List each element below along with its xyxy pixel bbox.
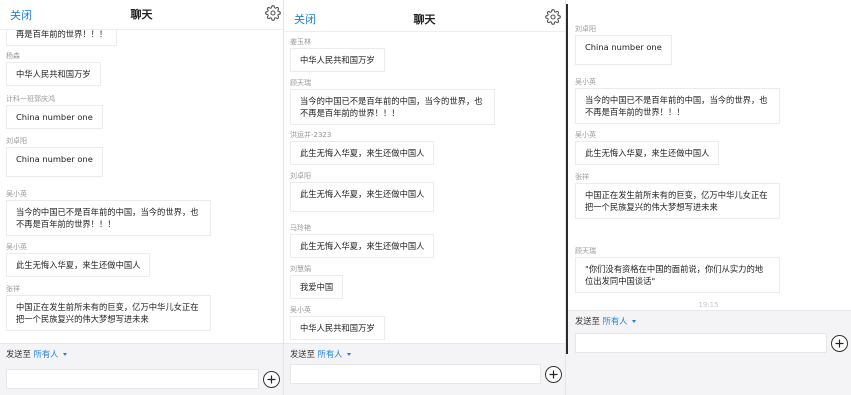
chat-panel-3: 刘卓阳 China number one 吴小英 当今的中国已不是百年前的中国，… bbox=[566, 0, 851, 395]
recipient-dropdown[interactable]: 所有人 bbox=[603, 316, 628, 326]
message-bubble: 中华人民共和国万岁 bbox=[290, 316, 385, 340]
send-to-label: 发送至 bbox=[575, 316, 600, 326]
sender-name: 张祥 bbox=[6, 285, 20, 293]
sender-name: 计科一班郭庆鸿 bbox=[6, 95, 55, 103]
list-item: 刘慧娟 我爱中国 bbox=[290, 265, 559, 299]
list-item: 张祥 中国正在发生前所未有的巨变，亿万中华儿女正在把一个民族复兴的伟大梦想写进未… bbox=[575, 173, 845, 219]
chat-header: 关闭 聊天 bbox=[0, 0, 283, 30]
send-to-selector[interactable]: 发送至 所有人 bbox=[575, 315, 637, 327]
message-bubble: 我爱中国 bbox=[290, 275, 344, 299]
message-bubble: 中国正在发生前所未有的巨变，亿万中华儿女正在把一个民族复兴的伟大梦想写进未来 bbox=[575, 183, 780, 219]
timestamp: 19:15 bbox=[698, 301, 719, 309]
chat-panel-1: 关闭 聊天 再是百年前的世界！！！ 杨森 中华人民共和国万岁 计科一班郭庆鸿 C… bbox=[0, 0, 284, 395]
message-bubble: 此生无悔入华夏，来生还做中国人 bbox=[6, 253, 151, 277]
gear-icon[interactable] bbox=[265, 5, 281, 21]
sender-name: 顾天瑞 bbox=[290, 79, 311, 87]
gear-icon[interactable] bbox=[545, 9, 561, 25]
chat-header: 关闭 聊天 bbox=[284, 0, 565, 32]
message-list[interactable]: 姜玉林 中华人民共和国万岁 顾天瑞 当今的中国已不是百年前的中国，当今的世界，也… bbox=[284, 32, 565, 343]
sender-name: 吴小英 bbox=[290, 306, 311, 314]
list-item: 刘卓阳 China number one bbox=[6, 137, 277, 177]
sender-name: 吴小英 bbox=[6, 243, 27, 251]
message-input[interactable] bbox=[575, 333, 827, 353]
send-to-label: 发送至 bbox=[290, 349, 315, 359]
message-list[interactable]: 再是百年前的世界！！！ 杨森 中华人民共和国万岁 计科一班郭庆鸿 China n… bbox=[0, 0, 283, 343]
message-list[interactable]: 刘卓阳 China number one 吴小英 当今的中国已不是百年前的中国，… bbox=[566, 0, 851, 310]
caret-down-icon[interactable] bbox=[632, 320, 637, 323]
message-input[interactable] bbox=[6, 369, 259, 389]
plus-circle-icon[interactable] bbox=[263, 371, 280, 388]
message-bubble: 当今的中国已不是百年前的中国，当今的世界，也不再是百年前的世界！！！ bbox=[6, 200, 211, 236]
message-bubble: "你们没有资格在中国的面前说，你们从实力的地位出发同中国谈话" bbox=[575, 257, 780, 293]
message-input[interactable] bbox=[290, 364, 541, 384]
sender-name: 刘卓阳 bbox=[575, 25, 596, 33]
sender-name: 顾天瑞 bbox=[575, 247, 596, 255]
plus-circle-icon[interactable] bbox=[831, 335, 848, 352]
sender-name: 刘慧娟 bbox=[290, 265, 311, 273]
message-bubble: 此生无悔入华夏，来生还做中国人 bbox=[290, 141, 435, 165]
composer: 发送至 所有人 bbox=[0, 343, 283, 395]
message-bubble: China number one bbox=[6, 147, 103, 177]
sender-name: 吴小英 bbox=[575, 131, 596, 139]
list-item: 马玲艳 此生无悔入华夏，来生还做中国人 bbox=[290, 224, 559, 258]
send-to-selector[interactable]: 发送至 所有人 bbox=[290, 348, 352, 360]
list-item: 吴小英 中华人民共和国万岁 bbox=[290, 306, 559, 340]
list-item: 洪运并-2323 此生无悔入华夏，来生还做中国人 bbox=[290, 131, 559, 165]
list-item: 刘卓阳 China number one bbox=[575, 25, 845, 65]
sender-name: 吴小英 bbox=[6, 190, 27, 198]
list-item: 杨森 中华人民共和国万岁 bbox=[6, 52, 277, 86]
message-bubble: 此生无悔入华夏，来生还做中国人 bbox=[575, 141, 720, 165]
message-bubble: 中华人民共和国万岁 bbox=[6, 62, 101, 86]
list-item: 姜玉林 中华人民共和国万岁 bbox=[290, 38, 559, 72]
send-to-label: 发送至 bbox=[6, 349, 31, 359]
message-bubble: China number one bbox=[575, 35, 672, 65]
sender-name: 杨森 bbox=[6, 52, 20, 60]
message-bubble: China number one bbox=[6, 105, 103, 129]
composer: 发送至 所有人 bbox=[284, 343, 565, 395]
caret-down-icon[interactable] bbox=[347, 353, 352, 356]
chat-panel-2: 关闭 聊天 姜玉林 中华人民共和国万岁 顾天瑞 当今的中国已不是百年前的中国，当… bbox=[284, 0, 566, 395]
list-item: 吴小英 此生无悔入华夏，来生还做中国人 bbox=[6, 243, 277, 277]
sender-name: 张祥 bbox=[575, 173, 589, 181]
panel-divider bbox=[566, 4, 568, 354]
recipient-dropdown[interactable]: 所有人 bbox=[34, 349, 59, 359]
list-item: 顾天瑞 "你们没有资格在中国的面前说，你们从实力的地位出发同中国谈话" bbox=[575, 247, 845, 293]
list-item: 刘卓阳 此生无悔入华夏，来生还做中国人 bbox=[290, 172, 559, 212]
plus-circle-icon[interactable] bbox=[545, 366, 562, 383]
list-item: 计科一班郭庆鸿 China number one bbox=[6, 95, 277, 129]
list-item: 顾天瑞 当今的中国已不是百年前的中国，当今的世界，也不再是百年前的世界！！！ bbox=[290, 79, 559, 125]
send-to-selector[interactable]: 发送至 所有人 bbox=[6, 348, 68, 360]
sender-name: 洪运并-2323 bbox=[290, 131, 332, 139]
message-bubble: 中华人民共和国万岁 bbox=[290, 48, 385, 72]
sender-name: 刘卓阳 bbox=[290, 172, 311, 180]
list-item: 张祥 中国正在发生前所未有的巨变，亿万中华儿女正在把一个民族复兴的伟大梦想写进未… bbox=[6, 285, 277, 331]
sender-name: 刘卓阳 bbox=[6, 137, 27, 145]
sender-name: 马玲艳 bbox=[290, 224, 311, 232]
message-bubble: 此生无悔入华夏，来生还做中国人 bbox=[290, 182, 435, 212]
message-bubble: 此生无悔入华夏，来生还做中国人 bbox=[290, 234, 435, 258]
caret-down-icon[interactable] bbox=[63, 353, 68, 356]
message-bubble: 中国正在发生前所未有的巨变，亿万中华儿女正在把一个民族复兴的伟大梦想写进未来 bbox=[6, 295, 211, 331]
recipient-dropdown[interactable]: 所有人 bbox=[318, 349, 343, 359]
chat-title: 聊天 bbox=[413, 13, 436, 26]
list-item: 吴小英 当今的中国已不是百年前的中国，当今的世界，也不再是百年前的世界！！！ bbox=[6, 190, 277, 236]
sender-name: 姜玉林 bbox=[290, 38, 311, 46]
list-item: 吴小英 此生无悔入华夏，来生还做中国人 bbox=[575, 131, 845, 165]
chat-title: 聊天 bbox=[130, 8, 153, 21]
message-bubble: 当今的中国已不是百年前的中国，当今的世界，也不再是百年前的世界！！！ bbox=[575, 88, 780, 124]
composer: 发送至 所有人 bbox=[566, 310, 851, 395]
sender-name: 吴小英 bbox=[575, 78, 596, 86]
message-bubble: 当今的中国已不是百年前的中国，当今的世界，也不再是百年前的世界！！！ bbox=[290, 89, 495, 125]
list-item: 吴小英 当今的中国已不是百年前的中国，当今的世界，也不再是百年前的世界！！！ bbox=[575, 78, 845, 124]
